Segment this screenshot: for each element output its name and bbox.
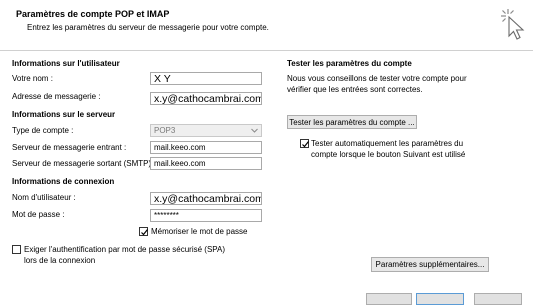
- auto-test-label-line1: Tester automatiquement les paramètres du: [311, 139, 464, 148]
- outgoing-server-label: Serveur de messagerie sortant (SMTP) :: [12, 159, 156, 168]
- chevron-down-icon: [251, 128, 258, 133]
- page-subtitle: Entrez les paramètres du serveur de mess…: [27, 23, 269, 32]
- account-type-label: Type de compte :: [12, 126, 74, 135]
- server-info-heading: Informations sur le serveur: [12, 110, 116, 119]
- password-label: Mot de passe :: [12, 210, 65, 219]
- incoming-server-label: Serveur de messagerie entrant :: [12, 143, 127, 152]
- checkmark-icon: [302, 141, 309, 148]
- name-field[interactable]: X Y: [150, 72, 262, 85]
- username-label: Nom d'utilisateur :: [12, 193, 76, 202]
- checkmark-icon: [141, 229, 148, 236]
- cancel-button[interactable]: [474, 293, 522, 305]
- test-description-line2: vérifier que les entrées sont correctes.: [287, 85, 423, 94]
- more-settings-button[interactable]: Paramètres supplémentaires...: [371, 257, 489, 272]
- outgoing-server-field[interactable]: mail.keeo.com: [150, 157, 262, 170]
- header-divider: [0, 50, 533, 51]
- test-settings-heading: Tester les paramètres du compte: [287, 59, 412, 68]
- name-label: Votre nom :: [12, 74, 53, 83]
- next-button[interactable]: [416, 293, 464, 305]
- back-button[interactable]: [366, 293, 412, 305]
- spa-label-line2: lors de la connexion: [24, 256, 96, 265]
- spa-label-line1: Exiger l'authentification par mot de pas…: [24, 245, 226, 254]
- account-type-value: POP3: [154, 126, 176, 135]
- email-label: Adresse de messagerie :: [12, 92, 101, 101]
- dialog-header: Paramètres de compte POP et IMAP Entrez …: [0, 0, 533, 50]
- account-settings-cursor-icon: [501, 9, 525, 40]
- page-title: Paramètres de compte POP et IMAP: [16, 9, 170, 19]
- remember-password-label: Mémoriser le mot de passe: [151, 227, 248, 236]
- spa-checkbox[interactable]: [12, 245, 21, 254]
- incoming-server-field[interactable]: mail.keeo.com: [150, 141, 262, 154]
- auto-test-checkbox[interactable]: [300, 139, 309, 148]
- username-field[interactable]: x.y@cathocambrai.com: [150, 192, 262, 205]
- password-field[interactable]: ********: [150, 209, 262, 222]
- test-description-line1: Nous vous conseillons de tester votre co…: [287, 74, 467, 83]
- email-field[interactable]: x.y@cathocambrai.com: [150, 92, 262, 105]
- test-account-button[interactable]: Tester les paramètres du compte ...: [287, 115, 417, 129]
- auto-test-label-line2: compte lorsque le bouton Suivant est uti…: [311, 150, 466, 159]
- user-info-heading: Informations sur l'utilisateur: [12, 59, 120, 68]
- account-type-select[interactable]: POP3: [150, 124, 262, 137]
- login-info-heading: Informations de connexion: [12, 177, 115, 186]
- remember-password-checkbox[interactable]: [139, 227, 148, 236]
